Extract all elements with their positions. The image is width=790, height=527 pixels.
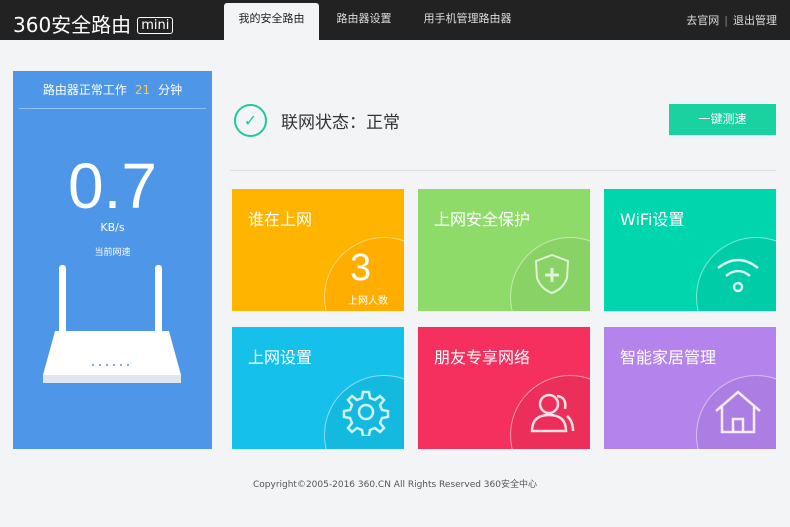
tab-mobile-manage[interactable]: 用手机管理路由器	[410, 3, 525, 40]
wifi-icon	[706, 249, 770, 299]
tile-who-online[interactable]: 谁在上网 3 上网人数	[232, 189, 404, 311]
official-site-link[interactable]: 去官网	[686, 14, 719, 27]
top-bar: 360安全路由 mini 我的安全路由 路由器设置 用手机管理路由器 去官网 | 退出…	[0, 0, 790, 40]
speed-panel: 路由器正常工作 21 分钟 0.7 KB/s 当前网速	[13, 71, 212, 449]
shield-plus-icon	[520, 249, 584, 299]
tile-wifi[interactable]: WiFi设置	[604, 189, 776, 311]
tile-security[interactable]: 上网安全保护	[418, 189, 590, 311]
online-count-label: 上网人数	[348, 296, 388, 307]
gear-icon	[334, 387, 398, 437]
tile-friend-network[interactable]: 朋友专享网络	[418, 327, 590, 449]
divider	[230, 170, 776, 171]
speed-value: 0.7	[68, 150, 157, 222]
users-icon	[520, 387, 584, 437]
speed-unit: KB/s	[100, 221, 125, 234]
tab-my-router[interactable]: 我的安全路由	[224, 3, 319, 40]
home-icon	[706, 387, 770, 437]
router-icon	[43, 265, 181, 383]
footer-copyright: Copyright©2005-2016 360.CN All Rights Re…	[252, 480, 537, 490]
speed-test-button[interactable]: 一键测速	[669, 104, 776, 135]
network-status: ✓ 联网状态：正常	[234, 104, 400, 137]
uptime: 路由器正常工作 21 分钟	[19, 71, 206, 109]
tile-internet-settings[interactable]: 上网设置	[232, 327, 404, 449]
online-count: 3	[350, 247, 372, 289]
logo: 360安全路由 mini	[13, 9, 174, 38]
tile-smart-home[interactable]: 智能家居管理	[604, 327, 776, 449]
check-icon: ✓	[234, 104, 267, 137]
tab-router-settings[interactable]: 路由器设置	[325, 3, 403, 40]
speed-label: 当前网速	[94, 248, 131, 258]
logout-link[interactable]: 退出管理	[733, 14, 777, 27]
